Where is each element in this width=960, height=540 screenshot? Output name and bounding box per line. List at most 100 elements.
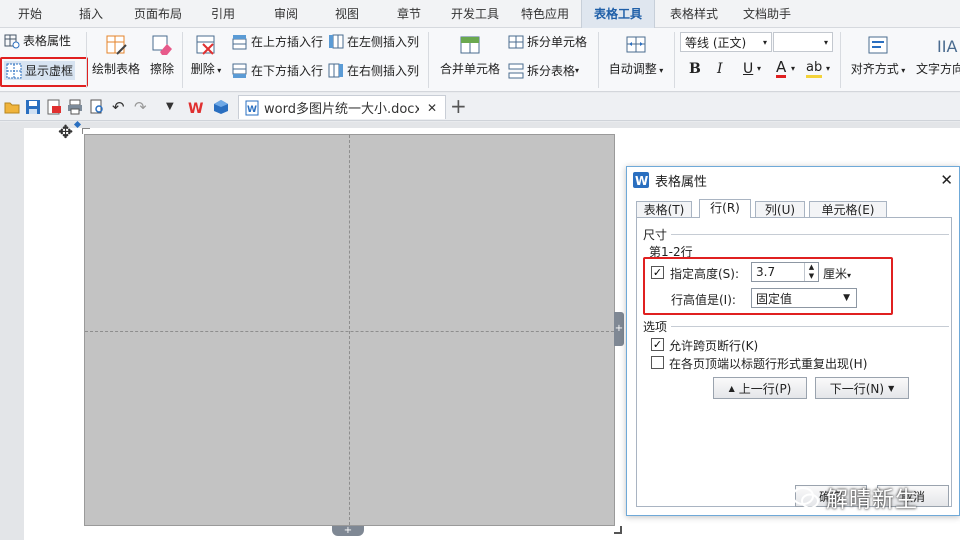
svg-text:IIA: IIA [937, 37, 957, 56]
tab-insert[interactable]: 插入 [79, 0, 103, 28]
tab-view[interactable]: 视图 [335, 0, 359, 28]
chevron-down-icon[interactable]: ▾ [791, 64, 795, 73]
tab-developer[interactable]: 开发工具 [451, 0, 499, 28]
align-icon [867, 34, 889, 56]
redo-icon[interactable]: ↷ [134, 99, 150, 115]
prev-row-label: 上一行(P) [738, 381, 792, 396]
table-column-divider[interactable] [349, 135, 350, 525]
new-tab-icon[interactable]: + [450, 96, 467, 116]
undo-icon[interactable]: ↶ [112, 99, 128, 115]
tab-chapter[interactable]: 章节 [397, 0, 421, 28]
tab-table-tools[interactable]: 表格工具 [581, 0, 656, 28]
table-properties-icon [4, 33, 20, 49]
chevron-down-icon[interactable]: ▾ [757, 64, 761, 73]
ribbon: 表格属性 显示虚框 绘制表格 擦除 删除 ▾ 在上方插入行 在下方插入行 在左侧… [0, 28, 960, 92]
text-direction-label: 文字方向 [916, 62, 960, 76]
save-icon[interactable] [25, 99, 41, 115]
tab-page-layout[interactable]: 页面布局 [134, 0, 182, 28]
watermark: 解晴新生 [792, 478, 918, 518]
autofit-button[interactable]: 自动调整 ▾ [604, 34, 668, 77]
chevron-down-icon[interactable]: ▾ [826, 64, 830, 73]
delete-label: 删除 [190, 62, 215, 76]
add-row-handle[interactable]: + [332, 526, 364, 536]
dialog-title: 表格属性 [655, 174, 708, 190]
delete-button[interactable]: 删除 ▾ [186, 34, 226, 77]
split-table-button[interactable]: 拆分表格 ▾ [508, 62, 579, 79]
menu-bar: 开始 插入 页面布局 引用 审阅 视图 章节 开发工具 特色应用 表格工具 表格… [0, 0, 960, 28]
close-tab-icon[interactable]: ✕ [419, 101, 445, 115]
wps-writer-icon: W [633, 172, 649, 188]
merge-cells-label: 合并单元格 [439, 62, 500, 76]
customize-dropdown-icon[interactable]: ▼ [166, 99, 182, 115]
insert-row-below-button[interactable]: 在下方插入行 [232, 62, 323, 79]
dialog-title-bar[interactable]: W 表格属性 ✕ [627, 167, 959, 193]
erase-button[interactable]: 擦除 [146, 34, 178, 77]
watermark-text: 解晴新生 [826, 488, 919, 513]
document-tab-title: word多图片统一大小.docx * [264, 102, 419, 117]
tab-table-style[interactable]: 表格样式 [670, 0, 718, 28]
tab-doc-assistant[interactable]: 文档助手 [743, 0, 791, 28]
document-tab[interactable]: W word多图片统一大小.docx * ✕ [238, 95, 446, 119]
insert-col-right-button[interactable]: 在右侧插入列 [328, 62, 419, 79]
insert-row-above-label: 在上方插入行 [251, 35, 324, 49]
insert-col-left-label: 在左侧插入列 [347, 35, 420, 49]
table-resize-handle[interactable] [614, 526, 622, 534]
tab-features[interactable]: 特色应用 [521, 0, 569, 28]
tab-start[interactable]: 开始 [18, 0, 42, 28]
font-color-button[interactable]: A [776, 60, 787, 78]
svg-text:W: W [188, 101, 203, 115]
chevron-down-icon: ▾ [823, 37, 828, 47]
chevron-down-icon: ▾ [898, 66, 906, 75]
italic-button[interactable]: I [717, 61, 723, 77]
table-move-handle-icon[interactable]: ✥ [58, 122, 73, 143]
insert-col-left-icon [328, 34, 344, 50]
add-column-handle[interactable]: + [614, 312, 624, 346]
allow-break-checkbox[interactable]: ✓ [651, 338, 664, 351]
delete-table-icon [195, 34, 217, 56]
table-properties-dialog: W 表格属性 ✕ 表格(T) 行(R) 列(U) 单元格(E) 尺寸 第1-2行… [626, 166, 960, 516]
split-cells-icon [508, 34, 524, 50]
draw-table-label: 绘制表格 [91, 62, 140, 76]
cloud-cube-icon[interactable] [213, 99, 229, 115]
allow-break-label: 允许跨页断行(K) [669, 339, 759, 353]
highlight-button[interactable]: ab [806, 60, 823, 78]
repeat-header-checkbox[interactable] [651, 356, 664, 369]
next-row-button[interactable]: 下一行(N) ▼ [815, 377, 909, 399]
draw-table-icon [105, 34, 127, 56]
table-properties-button[interactable]: 表格属性 [4, 32, 71, 49]
export-pdf-icon[interactable] [46, 99, 62, 115]
erase-label: 擦除 [149, 62, 174, 76]
split-cells-button[interactable]: 拆分单元格 [508, 33, 587, 50]
wechat-icon [792, 487, 819, 509]
next-row-label: 下一行(N) [829, 381, 885, 396]
merge-cells-button[interactable]: 合并单元格 [436, 34, 504, 77]
draw-table-button[interactable]: 绘制表格 [90, 34, 142, 77]
table-row-divider[interactable] [85, 331, 614, 332]
insert-col-right-icon [328, 63, 344, 79]
close-icon[interactable]: ✕ [940, 171, 959, 189]
print-icon[interactable] [67, 99, 83, 115]
print-preview-icon[interactable] [89, 99, 105, 115]
insert-row-below-label: 在下方插入行 [251, 64, 324, 78]
text-direction-button[interactable]: IIA 文字方向 [916, 34, 960, 77]
insert-col-left-button[interactable]: 在左侧插入列 [328, 33, 419, 50]
wps-logo-icon[interactable]: W [188, 99, 204, 115]
prev-row-button[interactable]: ▲ 上一行(P) [713, 377, 807, 399]
align-button[interactable]: 对齐方式 ▾ [846, 34, 910, 77]
insert-row-above-button[interactable]: 在上方插入行 [232, 33, 323, 50]
autofit-label: 自动调整 [608, 62, 657, 76]
table[interactable] [84, 134, 615, 526]
chevron-down-icon: ▾ [214, 66, 222, 75]
align-label: 对齐方式 [850, 62, 899, 76]
underline-button[interactable]: U [743, 61, 753, 77]
open-folder-icon[interactable] [4, 99, 20, 115]
bold-button[interactable]: B [689, 61, 701, 77]
font-size-select[interactable]: ▾ [773, 32, 833, 52]
down-arrow-icon: ▼ [888, 383, 895, 393]
tab-references[interactable]: 引用 [211, 0, 235, 28]
font-name-select[interactable]: 等线 (正文) ▾ [680, 32, 772, 52]
tab-row[interactable]: 行(R) [699, 199, 751, 218]
size-section-heading: 尺寸 [643, 228, 668, 242]
tab-review[interactable]: 审阅 [274, 0, 298, 28]
svg-text:W: W [247, 105, 257, 115]
